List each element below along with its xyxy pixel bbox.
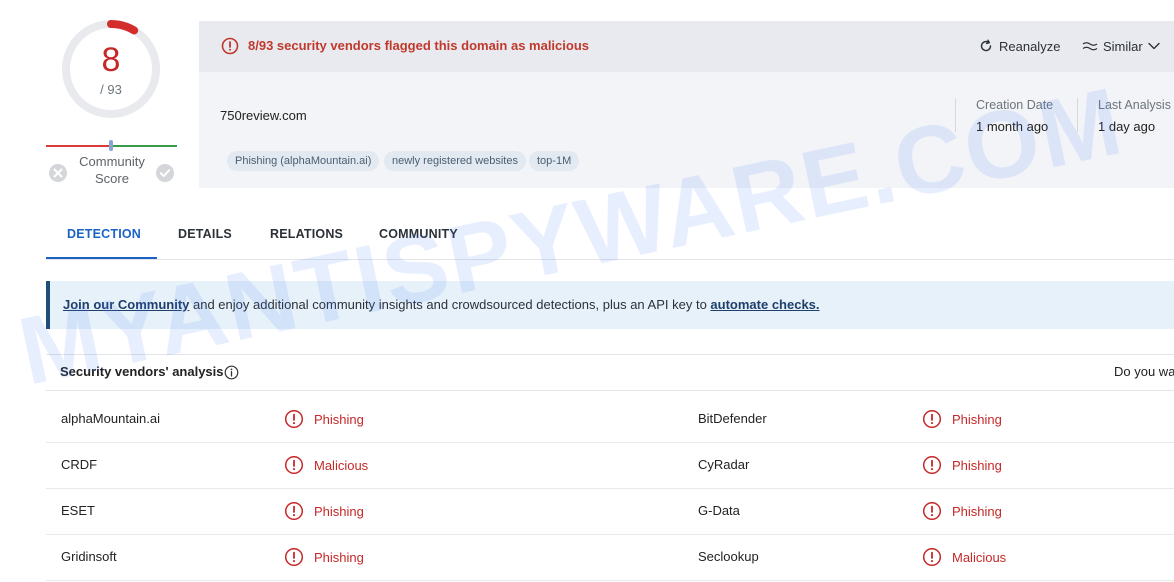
tag-top-1m[interactable]: top-1M [529, 151, 580, 171]
community-score-knob [109, 140, 113, 151]
vendors-table-rule [46, 354, 1174, 355]
vendor-verdict: Phishing [284, 547, 364, 567]
vote-harmless-icon[interactable] [155, 163, 175, 183]
table-row-divider [46, 442, 1174, 443]
last-analysis-label: Last Analysis [1098, 98, 1171, 112]
community-label-line1: Community [79, 154, 145, 169]
vendor-verdict-label: Phishing [952, 457, 1002, 473]
tab-details[interactable]: DETAILS [178, 227, 232, 241]
vendor-name: ESET [61, 503, 95, 518]
banner-middle-text: and enjoy additional community insights … [189, 297, 711, 312]
join-community-link[interactable]: Join our Community [63, 297, 189, 312]
table-row-divider [46, 488, 1174, 489]
similar-dropdown[interactable]: Similar [1082, 37, 1160, 55]
vendor-name: CRDF [61, 457, 98, 472]
community-label-line2: Score [95, 171, 129, 186]
vendor-verdict: Phishing [922, 501, 1002, 521]
vendor-verdict-label: Malicious [952, 549, 1007, 565]
alert-circle-icon [284, 501, 304, 521]
vendor-verdict: Phishing [284, 501, 364, 521]
alert-circle-icon [922, 501, 942, 521]
vote-malicious-icon[interactable] [48, 163, 68, 183]
vendors-title: Security vendors' analysis [60, 364, 224, 379]
vendor-name: G-Data [698, 503, 740, 518]
tab-community[interactable]: COMMUNITY [379, 227, 458, 241]
vendor-verdict: Phishing [922, 409, 1002, 429]
vendor-name: BitDefender [698, 411, 767, 426]
chevron-down-icon [1148, 42, 1160, 50]
refresh-icon [980, 39, 992, 52]
last-analysis-value: 1 day ago [1098, 119, 1156, 134]
vendor-name: Gridinsoft [61, 549, 117, 564]
creation-date-value: 1 month ago [976, 119, 1049, 134]
vendor-verdict-label: Malicious [314, 457, 369, 473]
vendor-verdict: Malicious [284, 455, 369, 475]
tabs-divider [46, 259, 1174, 260]
alert-text: 8/93 security vendors flagged this domai… [248, 38, 590, 53]
alert-circle-icon [922, 455, 942, 475]
community-banner-text: Join our Community and enjoy additional … [63, 297, 820, 312]
vendor-name: alphaMountain.ai [61, 411, 161, 426]
alert-circle-icon [284, 547, 304, 567]
detection-count: 8 [101, 41, 121, 79]
meta-divider [955, 98, 956, 132]
alert-circle-icon [284, 409, 304, 429]
vendor-verdict-label: Phishing [952, 503, 1002, 519]
community-score-bar [46, 140, 177, 151]
vendor-verdict: Phishing [922, 455, 1002, 475]
vendors-prompt: Do you wa [1114, 364, 1174, 379]
vendor-verdict: Malicious [922, 547, 1007, 567]
vendor-verdict-label: Phishing [314, 549, 364, 565]
reanalyze-button[interactable]: Reanalyze [979, 37, 1060, 55]
tag-phishing-alphamountain[interactable]: Phishing (alphaMountain.ai) [227, 151, 380, 171]
similar-icon [1082, 42, 1098, 51]
info-icon[interactable] [224, 365, 239, 380]
alert-circle-icon [922, 409, 942, 429]
similar-label: Similar [1103, 38, 1143, 54]
alert-circle-icon [922, 547, 942, 567]
vendors-table-rule [46, 390, 1174, 391]
vendor-verdict: Phishing [284, 409, 364, 429]
detection-total: / 93 [100, 82, 122, 97]
table-row-divider [46, 580, 1174, 581]
vendor-verdict-label: Phishing [314, 503, 364, 519]
creation-date-label: Creation Date [976, 98, 1054, 112]
meta-divider [1077, 98, 1078, 132]
alert-circle-icon [221, 37, 239, 55]
vendor-verdict-label: Phishing [314, 411, 364, 427]
automate-checks-link[interactable]: automate checks. [710, 297, 819, 312]
tab-detection[interactable]: DETECTION [67, 227, 141, 241]
tab-relations[interactable]: RELATIONS [270, 227, 343, 241]
reanalyze-label: Reanalyze [999, 38, 1061, 54]
tag-newly-registered[interactable]: newly registered websites [384, 151, 526, 171]
alert-circle-icon [284, 455, 304, 475]
community-score-label: Community Score [70, 153, 154, 187]
vendor-name: CyRadar [698, 457, 750, 472]
domain-name[interactable]: 750review.com [220, 108, 307, 123]
vendor-verdict-label: Phishing [952, 411, 1002, 427]
vendor-name: Seclookup [698, 549, 759, 564]
table-row-divider [46, 534, 1174, 535]
